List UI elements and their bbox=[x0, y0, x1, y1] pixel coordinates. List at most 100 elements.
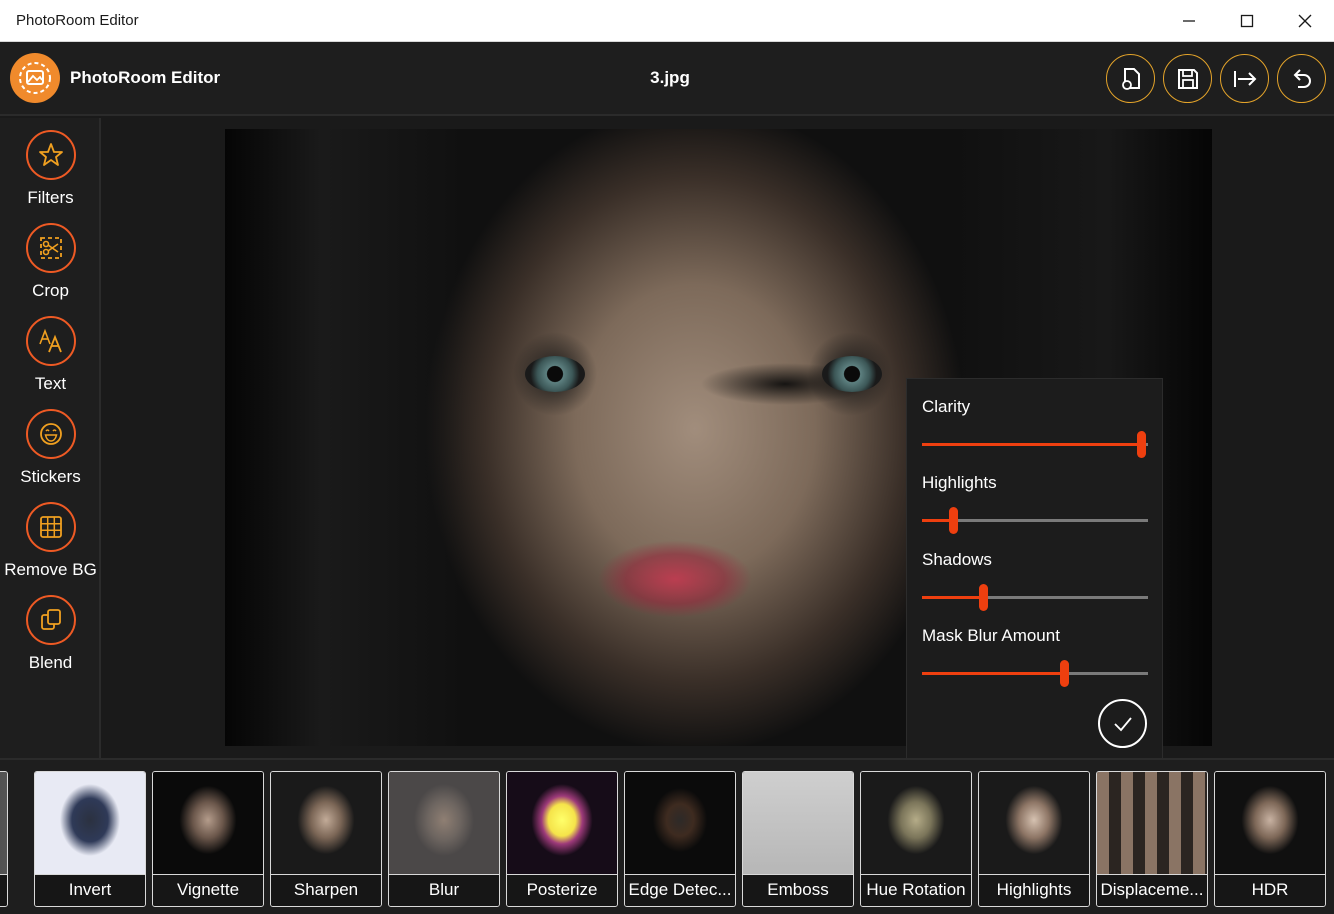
tool-sidebar: Filters Crop Text Stickers Remove BG Ble… bbox=[0, 118, 101, 758]
filter-thumb[interactable] bbox=[0, 771, 8, 907]
window-titlebar: PhotoRoom Editor bbox=[0, 0, 1334, 42]
export-button[interactable] bbox=[1220, 54, 1269, 103]
param-mask-blur-label: Mask Blur Amount bbox=[922, 626, 1060, 645]
tool-stickers[interactable]: Stickers bbox=[0, 409, 101, 499]
tool-crop-label: Crop bbox=[32, 281, 69, 300]
param-highlights-slider[interactable] bbox=[922, 507, 1148, 534]
photo-eye-left bbox=[525, 356, 585, 392]
param-highlights: Highlights bbox=[922, 473, 1148, 534]
filter-thumb[interactable]: HDR bbox=[1214, 771, 1326, 907]
param-clarity-thumb[interactable] bbox=[1136, 431, 1146, 458]
param-shadows-thumb[interactable] bbox=[978, 584, 988, 611]
tool-stickers-circle[interactable] bbox=[26, 409, 76, 459]
app-header: PhotoRoom Editor 3.jpg bbox=[0, 42, 1334, 116]
filter-label bbox=[0, 874, 7, 906]
close-icon bbox=[1298, 14, 1312, 27]
filter-thumb[interactable]: Blur bbox=[388, 771, 500, 907]
tool-stickers-label: Stickers bbox=[20, 467, 81, 486]
minimize-icon bbox=[1183, 19, 1195, 22]
filter-label: HDR bbox=[1215, 874, 1325, 906]
tool-blend-label: Blend bbox=[28, 653, 73, 672]
app-brand: PhotoRoom Editor bbox=[70, 68, 221, 87]
param-highlights-label: Highlights bbox=[922, 473, 997, 492]
tool-text[interactable]: Text bbox=[0, 316, 101, 406]
filter-strip[interactable]: Invert Vignette Sharpen Blur Posterize Edge D… bbox=[0, 758, 1334, 914]
filter-label: Hue Rotation bbox=[861, 874, 971, 906]
filter-preview-image bbox=[861, 772, 971, 876]
param-shadows-fill bbox=[922, 596, 984, 599]
filter-preview-image bbox=[507, 772, 617, 876]
tool-filters-label: Filters bbox=[27, 188, 74, 207]
filter-preview-image bbox=[389, 772, 499, 876]
maximize-icon bbox=[1240, 14, 1254, 27]
filter-thumb[interactable]: Hue Rotation bbox=[860, 771, 972, 907]
filter-preview-image bbox=[743, 772, 853, 876]
text-icon bbox=[39, 328, 62, 353]
param-mask-blur-thumb[interactable] bbox=[1059, 660, 1069, 687]
param-clarity-slider[interactable] bbox=[922, 431, 1148, 458]
tool-text-circle[interactable] bbox=[26, 316, 76, 366]
filter-preview-image bbox=[979, 772, 1089, 876]
filter-thumb[interactable]: Vignette bbox=[152, 771, 264, 907]
filter-thumb[interactable]: Displaceme... bbox=[1096, 771, 1208, 907]
param-clarity-fill bbox=[922, 443, 1142, 446]
tool-remove-bg[interactable]: Remove BG bbox=[0, 502, 101, 592]
tool-crop[interactable]: Crop bbox=[0, 223, 101, 313]
filter-label: Posterize bbox=[507, 874, 617, 906]
undo-button[interactable] bbox=[1277, 54, 1326, 103]
tool-blend-circle[interactable] bbox=[26, 595, 76, 645]
filter-label: Vignette bbox=[153, 874, 263, 906]
logo-icon bbox=[19, 62, 51, 94]
filter-label: Highlights bbox=[979, 874, 1089, 906]
filter-thumb[interactable]: Emboss bbox=[742, 771, 854, 907]
param-shadows-label: Shadows bbox=[922, 550, 992, 569]
param-mask-blur-slider[interactable] bbox=[922, 660, 1148, 687]
filter-preview-image bbox=[0, 772, 7, 876]
minimize-button[interactable] bbox=[1160, 0, 1218, 42]
file-name: 3.jpg bbox=[650, 68, 690, 87]
star-icon bbox=[39, 143, 63, 166]
tool-blend[interactable]: Blend bbox=[0, 595, 101, 685]
close-button[interactable] bbox=[1276, 0, 1334, 42]
check-icon bbox=[1113, 716, 1132, 731]
undo-icon bbox=[1293, 68, 1311, 88]
filter-label: Invert bbox=[35, 874, 145, 906]
filter-preview-image bbox=[35, 772, 145, 876]
open-file-button[interactable] bbox=[1106, 54, 1155, 103]
export-icon bbox=[1233, 70, 1256, 87]
save-icon bbox=[1177, 68, 1198, 89]
filter-thumb[interactable]: Posterize bbox=[506, 771, 618, 907]
param-mask-blur: Mask Blur Amount bbox=[922, 626, 1148, 687]
filter-label: Emboss bbox=[743, 874, 853, 906]
adjustment-panel: Clarity Highlights Shadows Mask Blur Amo… bbox=[906, 378, 1163, 764]
param-mask-blur-fill bbox=[922, 672, 1065, 675]
param-clarity-label: Clarity bbox=[922, 397, 971, 416]
tool-remove-bg-circle[interactable] bbox=[26, 502, 76, 552]
filter-thumb[interactable]: Edge Detec... bbox=[624, 771, 736, 907]
param-clarity: Clarity bbox=[922, 397, 1148, 458]
filter-preview-image bbox=[153, 772, 263, 876]
maximize-button[interactable] bbox=[1218, 0, 1276, 42]
smiley-icon bbox=[40, 423, 62, 445]
filter-label: Edge Detec... bbox=[625, 874, 735, 906]
param-shadows-slider[interactable] bbox=[922, 584, 1148, 611]
filter-thumb[interactable]: Sharpen bbox=[270, 771, 382, 907]
tool-remove-bg-label: Remove BG bbox=[4, 560, 97, 579]
save-button[interactable] bbox=[1163, 54, 1212, 103]
app-logo bbox=[10, 53, 60, 103]
filter-thumb[interactable]: Invert bbox=[34, 771, 146, 907]
crop-icon bbox=[40, 237, 62, 259]
grid-icon bbox=[40, 516, 62, 538]
tool-filters-circle[interactable] bbox=[26, 130, 76, 180]
filter-preview-image bbox=[1215, 772, 1325, 876]
filter-preview-image bbox=[271, 772, 381, 876]
filter-thumb[interactable]: Highlights bbox=[978, 771, 1090, 907]
param-highlights-thumb[interactable] bbox=[949, 507, 959, 534]
apply-button[interactable] bbox=[1098, 699, 1147, 748]
tool-text-label: Text bbox=[34, 374, 67, 393]
filter-label: Blur bbox=[389, 874, 499, 906]
tool-filters[interactable]: Filters bbox=[0, 130, 101, 220]
photo-eye-right bbox=[822, 356, 882, 392]
file-open-icon bbox=[1121, 67, 1140, 90]
tool-crop-circle[interactable] bbox=[26, 223, 76, 273]
